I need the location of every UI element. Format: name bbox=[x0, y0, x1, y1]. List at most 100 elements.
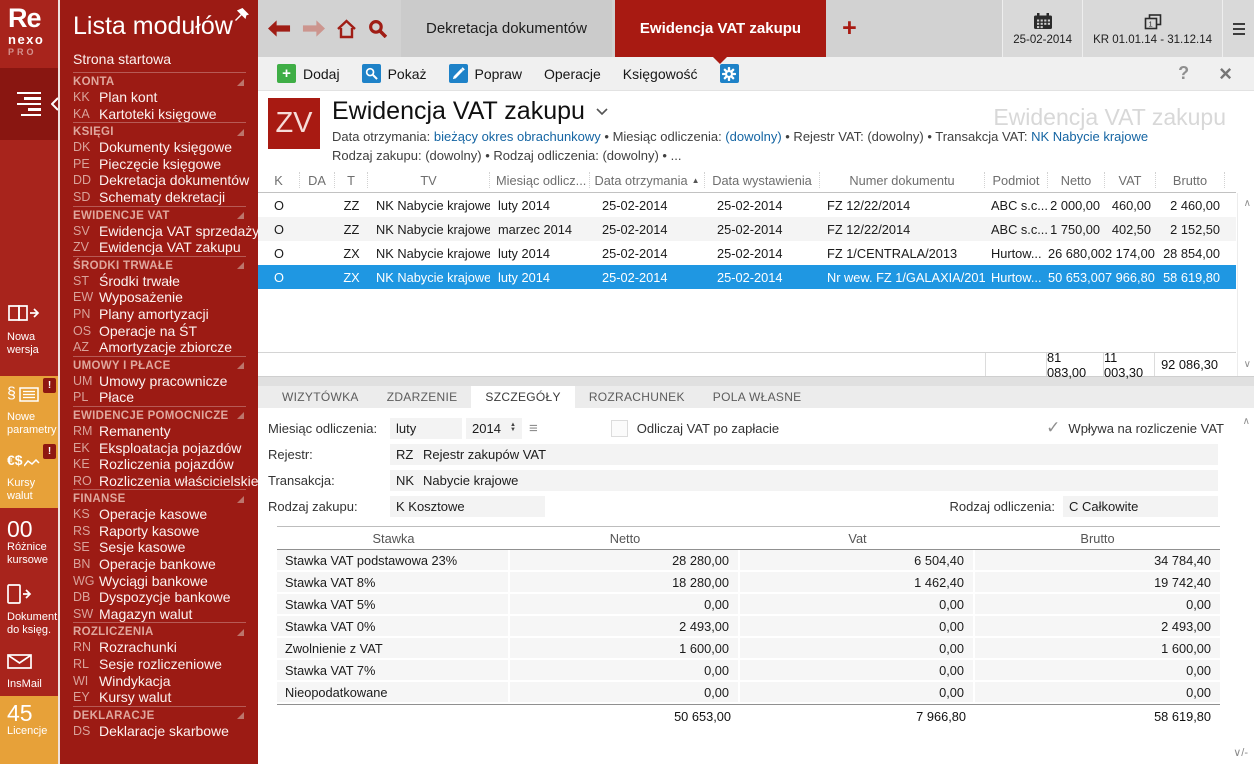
sidebar-section-header[interactable]: KONTA bbox=[73, 73, 246, 89]
sidebar-section-header[interactable]: ŚRODKI TRWAŁE bbox=[73, 257, 246, 273]
vat-rate-row[interactable]: Nieopodatkowane0,000,000,00 bbox=[277, 682, 1220, 704]
operations-menu[interactable]: Operacje bbox=[535, 63, 610, 85]
close-button[interactable]: × bbox=[1209, 61, 1242, 87]
sidebar-item-sd[interactable]: SDSchematy dekretacji bbox=[73, 189, 246, 206]
sidebar-item-os[interactable]: OSOperacje na ŚT bbox=[73, 323, 246, 340]
sidebar-section-header[interactable]: KSIĘGI bbox=[73, 123, 246, 139]
sidebar-item-sw[interactable]: SWMagazyn walut bbox=[73, 606, 246, 623]
odliczaj-vat-checkbox[interactable] bbox=[611, 420, 628, 437]
table-row[interactable]: OZZNK Nabycie krajowemarzec 201425-02-20… bbox=[258, 217, 1236, 241]
add-button[interactable]: + Dodaj bbox=[268, 61, 349, 86]
sidebar-section-header[interactable]: EWIDENCJE VAT bbox=[73, 207, 246, 223]
sidebar-item-rs[interactable]: RSRaporty kasowe bbox=[73, 523, 246, 540]
vat-rate-row[interactable]: Stawka VAT 0%2 493,000,002 493,00 bbox=[277, 616, 1220, 638]
column-header-k[interactable]: K bbox=[258, 172, 300, 188]
check-icon[interactable]: ✓ bbox=[1046, 418, 1060, 438]
rail-item-dokument-do-ksieg[interactable]: Dokument do księg. bbox=[0, 576, 58, 636]
rodzaj-odliczenia-field[interactable]: C Całkowite bbox=[1063, 496, 1218, 517]
accounting-menu[interactable]: Księgowość bbox=[614, 63, 707, 85]
rail-item-licencje[interactable]: 45 Licencje bbox=[0, 696, 58, 764]
sidebar-item-pl[interactable]: PLPłace bbox=[73, 389, 246, 406]
rail-item-roznice-kursowe[interactable]: 00 Różnice kursowe bbox=[0, 512, 58, 568]
sidebar-item-db[interactable]: DBDyspozycje bankowe bbox=[73, 589, 246, 606]
rail-item-nowe-parametry[interactable]: ! § Nowe parametry bbox=[0, 376, 58, 442]
column-header-vat[interactable]: VAT bbox=[1105, 172, 1156, 188]
settings-button[interactable] bbox=[711, 61, 748, 86]
scroll-down-icon[interactable]: ∨ bbox=[1244, 359, 1251, 370]
filter-link[interactable]: bieżący okres obrachunkowy bbox=[434, 129, 601, 144]
sidebar-item-se[interactable]: SESesje kasowe bbox=[73, 539, 246, 556]
filter-link[interactable]: (dowolny) bbox=[725, 129, 781, 144]
column-header-da[interactable]: DA bbox=[300, 172, 335, 188]
sidebar-item-ds[interactable]: DSDeklaracje skarbowe bbox=[73, 723, 246, 740]
show-button[interactable]: Pokaż bbox=[353, 61, 436, 86]
rail-item-insmail[interactable]: InsMail bbox=[0, 643, 58, 693]
tab-dekretacja-dokumentow[interactable]: Dekretacja dokumentów bbox=[401, 0, 612, 57]
sidebar-section-header[interactable]: DEKLARACJE bbox=[73, 707, 246, 723]
sidebar-item-dd[interactable]: DDDekretacja dokumentów bbox=[73, 172, 246, 189]
rodzaj-zakupu-field[interactable]: K Kosztowe bbox=[390, 496, 545, 517]
vat-rate-row[interactable]: Stawka VAT 7%0,000,000,00 bbox=[277, 660, 1220, 682]
filter-link[interactable]: NK Nabycie krajowe bbox=[1031, 129, 1148, 144]
vat-rate-row[interactable]: Stawka VAT podstawowa 23%28 280,006 504,… bbox=[277, 550, 1220, 572]
edit-button[interactable]: Popraw bbox=[440, 61, 531, 86]
column-header-wystawienia[interactable]: Data wystawienia bbox=[705, 172, 820, 188]
modules-rail-button[interactable] bbox=[0, 68, 58, 140]
sidebar-section-header[interactable]: EWIDENCJE POMOCNICZE bbox=[73, 407, 246, 423]
column-header-podmiot[interactable]: Podmiot bbox=[985, 172, 1048, 188]
sidebar-item-ke[interactable]: KERozliczenia pojazdów bbox=[73, 456, 246, 473]
detail-tab-wizyt-wka[interactable]: WIZYTÓWKA bbox=[268, 386, 373, 408]
sidebar-section-header[interactable]: ROZLICZENIA bbox=[73, 623, 246, 639]
sidebar-item-wg[interactable]: WGWyciągi bankowe bbox=[73, 573, 246, 590]
column-header-brutto[interactable]: Brutto bbox=[1156, 172, 1225, 188]
sidebar-item-zv[interactable]: ZVEwidencja VAT zakupu bbox=[73, 239, 246, 256]
rail-item-kursy-walut[interactable]: ! €$ Kursy walut bbox=[0, 442, 58, 508]
sidebar-item-bn[interactable]: BNOperacje bankowe bbox=[73, 556, 246, 573]
sidebar-item-ew[interactable]: EWWyposażenie bbox=[73, 289, 246, 306]
transakcja-field[interactable]: NK Nabycie krajowe bbox=[390, 470, 1218, 491]
work-date-button[interactable]: 25-02-2014 bbox=[1002, 0, 1082, 57]
sidebar-item-pn[interactable]: PNPlany amortyzacji bbox=[73, 306, 246, 323]
rejestr-field[interactable]: RZ Rejestr zakupów VAT bbox=[390, 444, 1218, 465]
home-button[interactable] bbox=[336, 19, 357, 39]
sidebar-item-az[interactable]: AZAmortyzacje zbiorcze bbox=[73, 339, 246, 356]
sidebar-section-header[interactable]: UMOWY I PŁACE bbox=[73, 357, 246, 373]
sidebar-item-ek[interactable]: EKEksploatacja pojazdów bbox=[73, 440, 246, 457]
detail-scroll-up-icon[interactable]: ∧ bbox=[1243, 416, 1250, 427]
column-header-tv[interactable]: TV bbox=[368, 172, 490, 188]
vertical-scrollbar[interactable] bbox=[1237, 193, 1254, 376]
vat-rate-row[interactable]: Zwolnienie z VAT1 600,000,001 600,00 bbox=[277, 638, 1220, 660]
search-button[interactable] bbox=[368, 19, 387, 38]
sidebar-item-st[interactable]: STŚrodki trwałe bbox=[73, 273, 246, 290]
menu-button[interactable] bbox=[1222, 0, 1254, 57]
table-row[interactable]: OZXNK Nabycie krajoweluty 201425-02-2014… bbox=[258, 265, 1236, 289]
detail-tab-szczeg-y[interactable]: SZCZEGÓŁY bbox=[471, 386, 574, 408]
column-header-otrzymania[interactable]: Data otrzymania▲ bbox=[590, 172, 705, 188]
sidebar-item-sv[interactable]: SVEwidencja VAT sprzedaży bbox=[73, 223, 246, 240]
sidebar-item-ro[interactable]: RORozliczenia właścicielskie bbox=[73, 473, 246, 490]
column-header-netto[interactable]: Netto bbox=[1048, 172, 1105, 188]
sidebar-item-kk[interactable]: KKPlan kont bbox=[73, 89, 246, 106]
detail-tab-zdarzenie[interactable]: ZDARZENIE bbox=[373, 386, 472, 408]
sidebar-item-rm[interactable]: RMRemanenty bbox=[73, 423, 246, 440]
table-row[interactable]: OZXNK Nabycie krajoweluty 201425-02-2014… bbox=[258, 241, 1236, 265]
sidebar-item-rn[interactable]: RNRozrachunki bbox=[73, 639, 246, 656]
period-button[interactable]: 1 KR 01.01.14 - 31.12.14 bbox=[1082, 0, 1222, 57]
tab-ewidencja-vat-zakupu[interactable]: Ewidencja VAT zakupu bbox=[615, 0, 826, 57]
detail-tab-rozrachunek[interactable]: ROZRACHUNEK bbox=[575, 386, 699, 408]
scroll-up-icon[interactable]: ∧ bbox=[1244, 198, 1251, 209]
sidebar-item-ey[interactable]: EYKursy walut bbox=[73, 689, 246, 706]
pin-icon[interactable] bbox=[234, 8, 249, 28]
year-stepper[interactable]: 2014 ▲▼ bbox=[466, 418, 522, 439]
sidebar-item-wi[interactable]: WIWindykacja bbox=[73, 673, 246, 690]
sidebar-section-header[interactable]: FINANSE bbox=[73, 490, 246, 506]
help-button[interactable]: ? bbox=[1162, 63, 1205, 84]
month-list-icon[interactable]: ≡ bbox=[529, 420, 538, 437]
table-row[interactable]: OZZNK Nabycie krajoweluty 201425-02-2014… bbox=[258, 193, 1236, 217]
new-tab-button[interactable]: + bbox=[829, 0, 870, 57]
back-button[interactable] bbox=[268, 20, 291, 37]
sidebar-item-rl[interactable]: RLSesje rozliczeniowe bbox=[73, 656, 246, 673]
sidebar-item-um[interactable]: UMUmowy pracownicze bbox=[73, 373, 246, 390]
sidebar-item-ka[interactable]: KAKartoteki księgowe bbox=[73, 106, 246, 123]
forward-button[interactable] bbox=[302, 20, 325, 37]
